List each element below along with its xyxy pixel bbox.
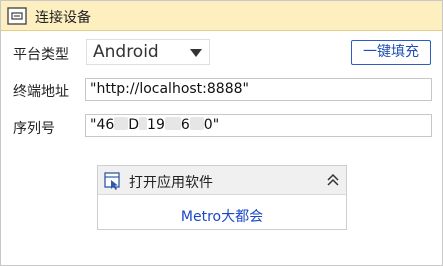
serial-part: 0" xyxy=(203,117,220,133)
serial-input[interactable]: "46 D 19 6 0" xyxy=(85,114,432,137)
platform-select[interactable]: Android xyxy=(86,39,210,65)
open-app-header[interactable]: 打开应用软件 xyxy=(98,166,346,195)
panel-title: 连接设备 xyxy=(35,10,91,26)
serial-part: "46 xyxy=(90,117,115,133)
serial-part: 19 xyxy=(147,117,165,133)
platform-value: Android xyxy=(93,42,159,62)
redacted-block xyxy=(139,117,148,130)
device-connect-icon xyxy=(7,7,27,25)
serial-label: 序列号 xyxy=(13,121,55,137)
redacted-block xyxy=(114,117,129,130)
collapse-icon[interactable] xyxy=(326,173,340,187)
chevron-down-icon xyxy=(190,49,202,57)
address-input[interactable]: "http://localhost:8888" xyxy=(85,78,432,101)
open-app-panel: 打开应用软件 Metro大都会 xyxy=(97,165,347,230)
address-label: 终端地址 xyxy=(13,84,69,100)
app-name-link[interactable]: Metro大都会 xyxy=(98,206,346,226)
autofill-button[interactable]: 一键填充 xyxy=(351,40,431,65)
serial-part: 6 xyxy=(180,117,190,133)
open-app-icon xyxy=(104,172,120,190)
redacted-block xyxy=(189,117,204,130)
open-app-title: 打开应用软件 xyxy=(129,175,213,191)
connect-device-panel: 连接设备 平台类型 Android 一键填充 终端地址 "http://loca… xyxy=(0,0,443,266)
redacted-block xyxy=(164,117,181,130)
panel-header: 连接设备 xyxy=(1,1,442,31)
platform-label: 平台类型 xyxy=(13,47,69,63)
serial-part: D xyxy=(128,117,140,133)
